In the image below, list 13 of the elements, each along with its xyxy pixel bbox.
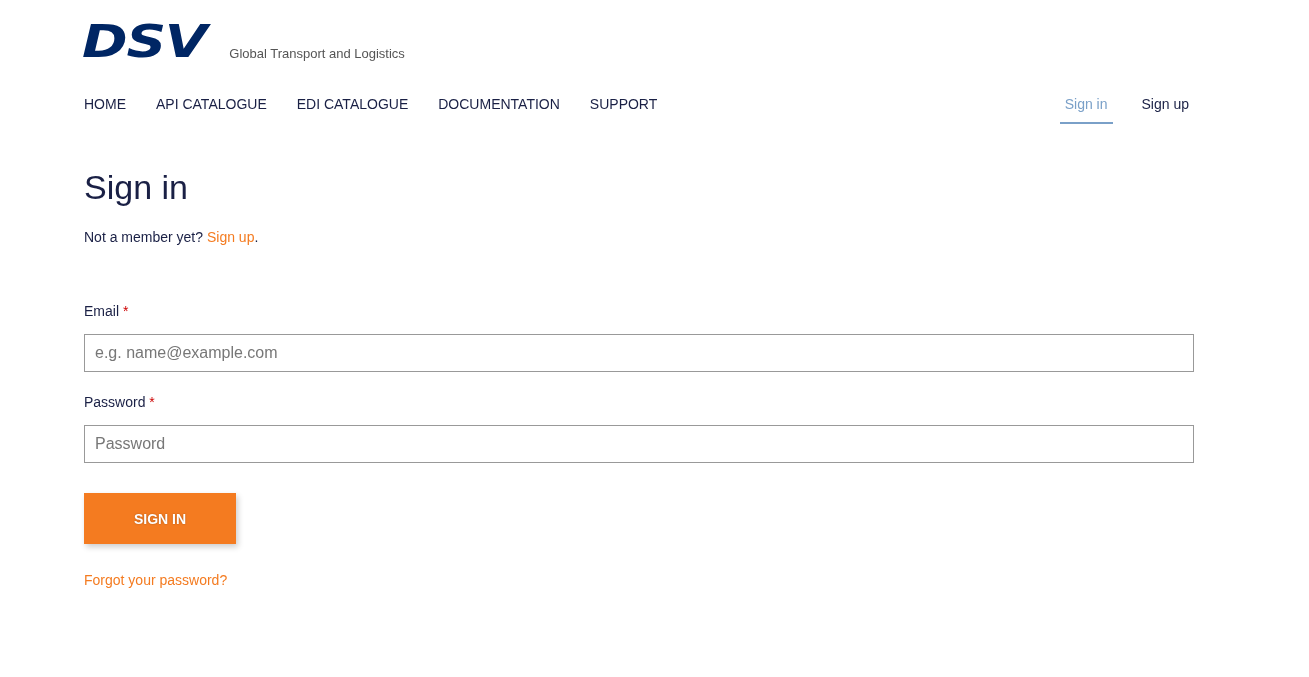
input-field[interactable]: Password xyxy=(84,425,1194,463)
nav-link[interactable]: SUPPORT xyxy=(589,88,658,124)
signup-prompt: Not a member yet? Sign up. xyxy=(84,229,260,245)
input-field[interactable]: e.g. name@example.com xyxy=(84,334,1194,372)
nav-link[interactable]: API CATALOGUE xyxy=(156,88,267,124)
account-link[interactable]: Sign up xyxy=(1136,88,1194,124)
tagline: Global Transport and Logistics xyxy=(229,46,405,61)
field-label: Email * xyxy=(84,303,130,319)
nav-link[interactable]: HOME xyxy=(84,88,126,124)
field-label: Password * xyxy=(84,394,156,410)
page-title: Sign in xyxy=(84,168,189,207)
nav-link[interactable]: EDI CATALOGUE xyxy=(296,88,409,124)
nav-link[interactable]: DOCUMENTATION xyxy=(438,88,560,124)
